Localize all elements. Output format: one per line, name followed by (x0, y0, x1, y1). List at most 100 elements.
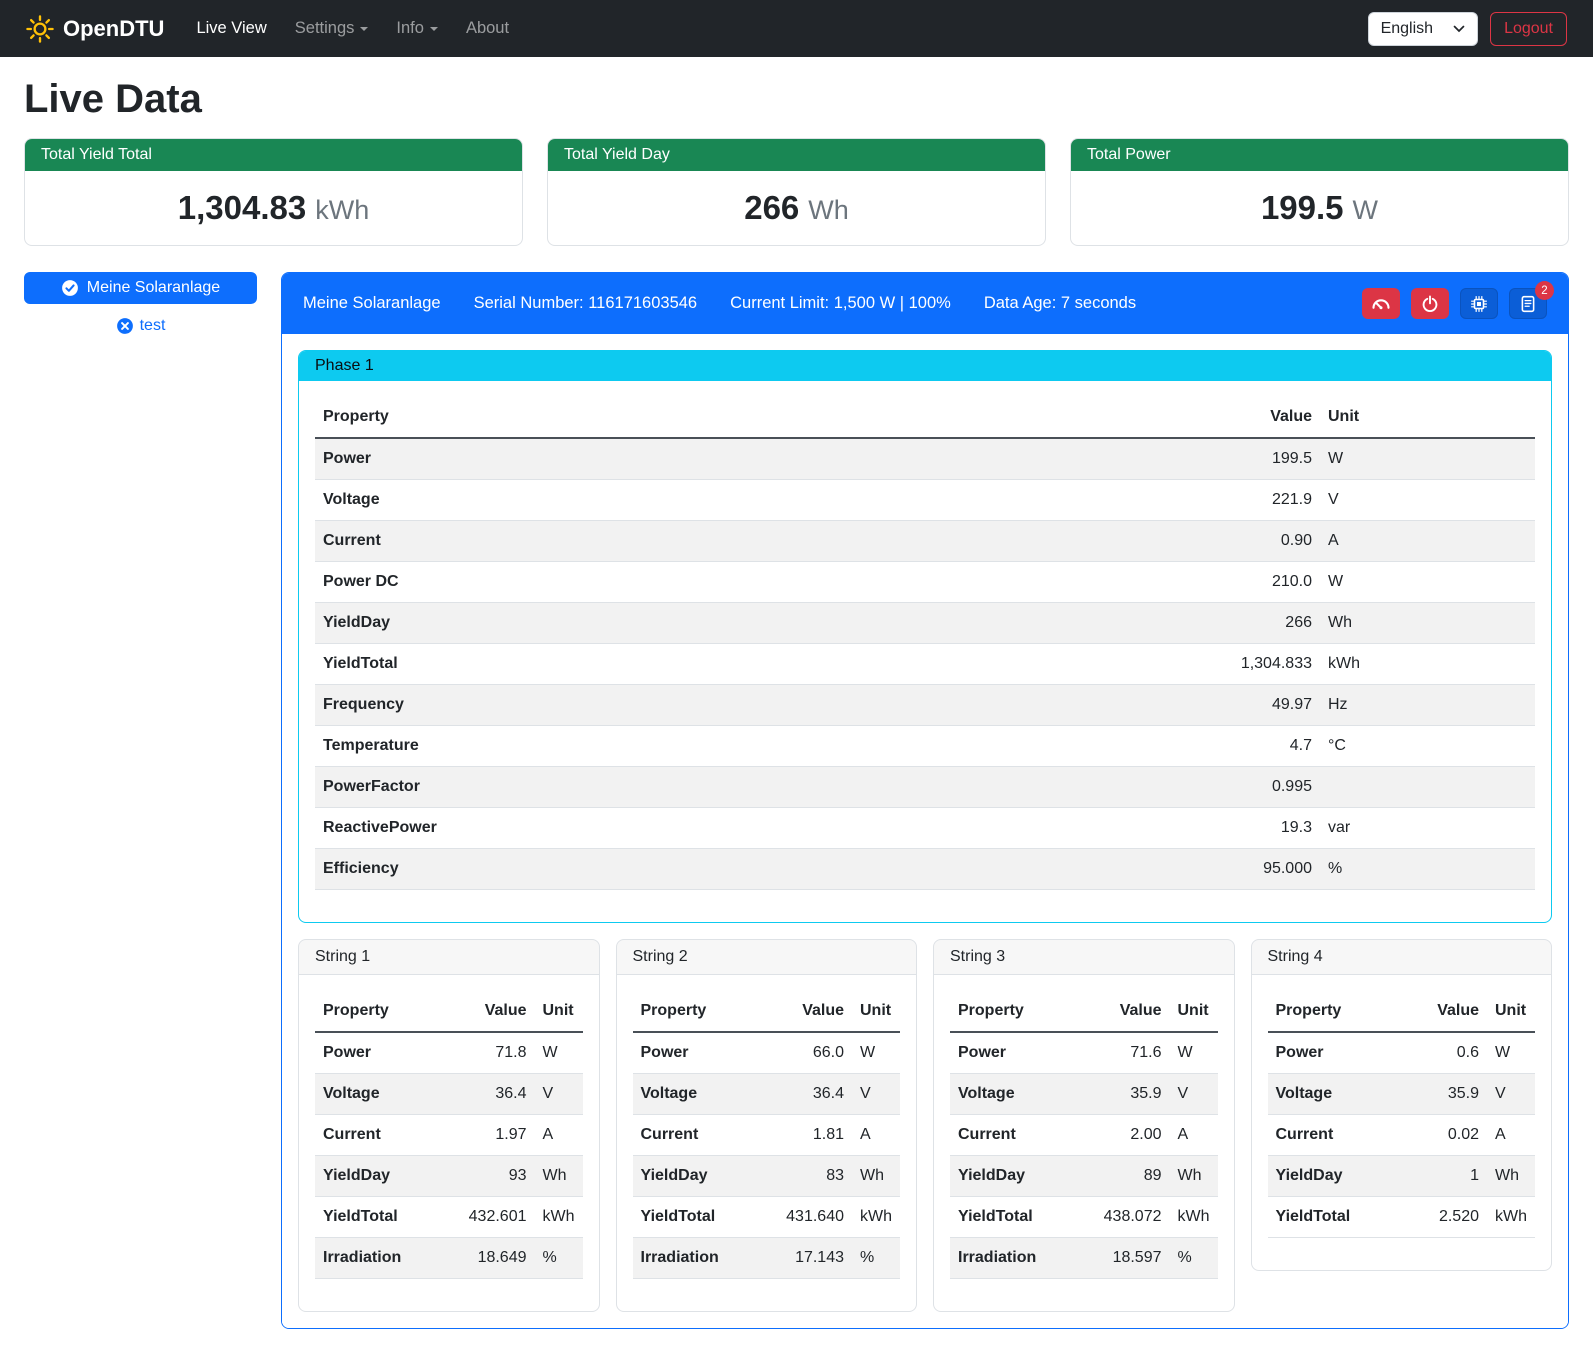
column-header-value: Value (1233, 397, 1320, 438)
table-row: YieldTotal 1,304.833 kWh (315, 644, 1535, 685)
value-cell: 35.9 (1429, 1074, 1487, 1115)
nav-info-label: Info (396, 19, 424, 37)
value-cell: 431.640 (778, 1197, 852, 1238)
property-cell: YieldDay (1268, 1156, 1430, 1197)
nav-info[interactable]: Info (382, 11, 452, 46)
unit-cell: var (1320, 808, 1535, 849)
nav-about[interactable]: About (452, 11, 523, 46)
event-log-button[interactable]: 2 (1509, 288, 1547, 319)
table-row: Power 66.0 W (633, 1032, 901, 1074)
value-cell: 199.5 (1233, 438, 1320, 480)
value-cell: 49.97 (1233, 685, 1320, 726)
sidebar-item-test[interactable]: test (24, 317, 257, 335)
unit-cell: A (535, 1115, 583, 1156)
string-2-card: String 2 Property Value Unit (616, 939, 918, 1312)
device-info-button[interactable] (1460, 288, 1498, 319)
language-select[interactable]: English (1368, 12, 1478, 46)
value-cell: 221.9 (1233, 480, 1320, 521)
nav-settings[interactable]: Settings (281, 11, 383, 46)
unit-cell: A (1487, 1115, 1535, 1156)
table-row: YieldTotal 431.640 kWh (633, 1197, 901, 1238)
unit-cell: Wh (852, 1156, 900, 1197)
brand[interactable]: OpenDTU (26, 15, 164, 43)
brand-label: OpenDTU (63, 16, 164, 42)
value-cell: 0.02 (1429, 1115, 1487, 1156)
unit-cell: Wh (535, 1156, 583, 1197)
string-card-title: String 4 (1252, 940, 1552, 975)
table-row: Power 0.6 W (1268, 1032, 1536, 1074)
inverter-select-label: Meine Solaranlage (87, 279, 220, 297)
table-row: Current 2.00 A (950, 1115, 1218, 1156)
logout-button[interactable]: Logout (1490, 12, 1567, 46)
value-cell: 438.072 (1096, 1197, 1170, 1238)
table-row: Voltage 35.9 V (950, 1074, 1218, 1115)
unit-cell: V (535, 1074, 583, 1115)
table-row: Current 1.81 A (633, 1115, 901, 1156)
table-row: Irradiation 18.649 % (315, 1238, 583, 1279)
unit-cell: Wh (1170, 1156, 1218, 1197)
string-card-title: String 2 (617, 940, 917, 975)
page-container: Live Data Total Yield Total 1,304.83kWh … (0, 77, 1593, 1353)
property-cell: Power DC (315, 562, 1233, 603)
nav-live-view[interactable]: Live View (182, 11, 280, 46)
column-header-property: Property (315, 991, 461, 1032)
table-header-row: Property Value Unit (1268, 991, 1536, 1032)
table-row: Voltage 35.9 V (1268, 1074, 1536, 1115)
total-yield-day-card: Total Yield Day 266Wh (547, 138, 1046, 246)
table-row: Efficiency 95.000 % (315, 849, 1535, 890)
unit-cell: V (1170, 1074, 1218, 1115)
unit-cell: V (1320, 480, 1535, 521)
unit-cell: Wh (1487, 1156, 1535, 1197)
summary-value: 199.5 (1261, 189, 1344, 226)
table-header-row: Property Value Unit (315, 397, 1535, 438)
power-toggle-button[interactable] (1411, 288, 1449, 319)
table-row: Temperature 4.7 °C (315, 726, 1535, 767)
table-row: YieldDay 266 Wh (315, 603, 1535, 644)
property-cell: ReactivePower (315, 808, 1233, 849)
column-header-unit: Unit (1320, 397, 1535, 438)
property-cell: YieldTotal (1268, 1197, 1430, 1238)
column-header-unit: Unit (1170, 991, 1218, 1032)
value-cell: 71.6 (1096, 1032, 1170, 1074)
property-cell: Current (950, 1115, 1096, 1156)
unit-cell: % (535, 1238, 583, 1279)
total-power-card: Total Power 199.5W (1070, 138, 1569, 246)
property-cell: Temperature (315, 726, 1233, 767)
string-card-body: Property Value Unit Power 71.6 (934, 975, 1234, 1311)
property-cell: Frequency (315, 685, 1233, 726)
string-table: Property Value Unit Power 0.6 (1268, 991, 1536, 1238)
column-header-value: Value (1096, 991, 1170, 1032)
column-header-property: Property (315, 397, 1233, 438)
phase-card: Phase 1 Property Value Unit (298, 350, 1552, 923)
value-cell: 36.4 (778, 1074, 852, 1115)
summary-cards-row: Total Yield Total 1,304.83kWh Total Yiel… (24, 138, 1569, 246)
property-cell: Power (315, 438, 1233, 480)
property-cell: Voltage (950, 1074, 1096, 1115)
value-cell: 2.520 (1429, 1197, 1487, 1238)
string-table-body: Power 0.6 W Voltage 35.9 V Current (1268, 1032, 1536, 1238)
unit-cell: W (1320, 438, 1535, 480)
string-card-body: Property Value Unit Power 66.0 (617, 975, 917, 1311)
summary-card-body: 199.5W (1071, 171, 1568, 245)
string-4-card: String 4 Property Value Unit (1251, 939, 1553, 1271)
table-row: PowerFactor 0.995 (315, 767, 1535, 808)
value-cell: 19.3 (1233, 808, 1320, 849)
unit-cell: V (1487, 1074, 1535, 1115)
property-cell: YieldDay (315, 603, 1233, 644)
table-row: YieldTotal 2.520 kWh (1268, 1197, 1536, 1238)
table-row: Voltage 221.9 V (315, 480, 1535, 521)
column-header-value: Value (1429, 991, 1487, 1032)
value-cell: 89 (1096, 1156, 1170, 1197)
unit-cell: % (1170, 1238, 1218, 1279)
inverter-serial: Serial Number: 116171603546 (474, 294, 698, 313)
x-circle-icon (116, 317, 134, 335)
chevron-down-icon (360, 27, 368, 31)
table-row: YieldDay 1 Wh (1268, 1156, 1536, 1197)
limit-settings-button[interactable] (1362, 288, 1400, 319)
events-count-badge: 2 (1535, 281, 1554, 300)
column-header-property: Property (950, 991, 1096, 1032)
property-cell: Voltage (1268, 1074, 1430, 1115)
property-cell: Irradiation (315, 1238, 461, 1279)
value-cell: 17.143 (778, 1238, 852, 1279)
inverter-select-button[interactable]: Meine Solaranlage (24, 272, 257, 304)
